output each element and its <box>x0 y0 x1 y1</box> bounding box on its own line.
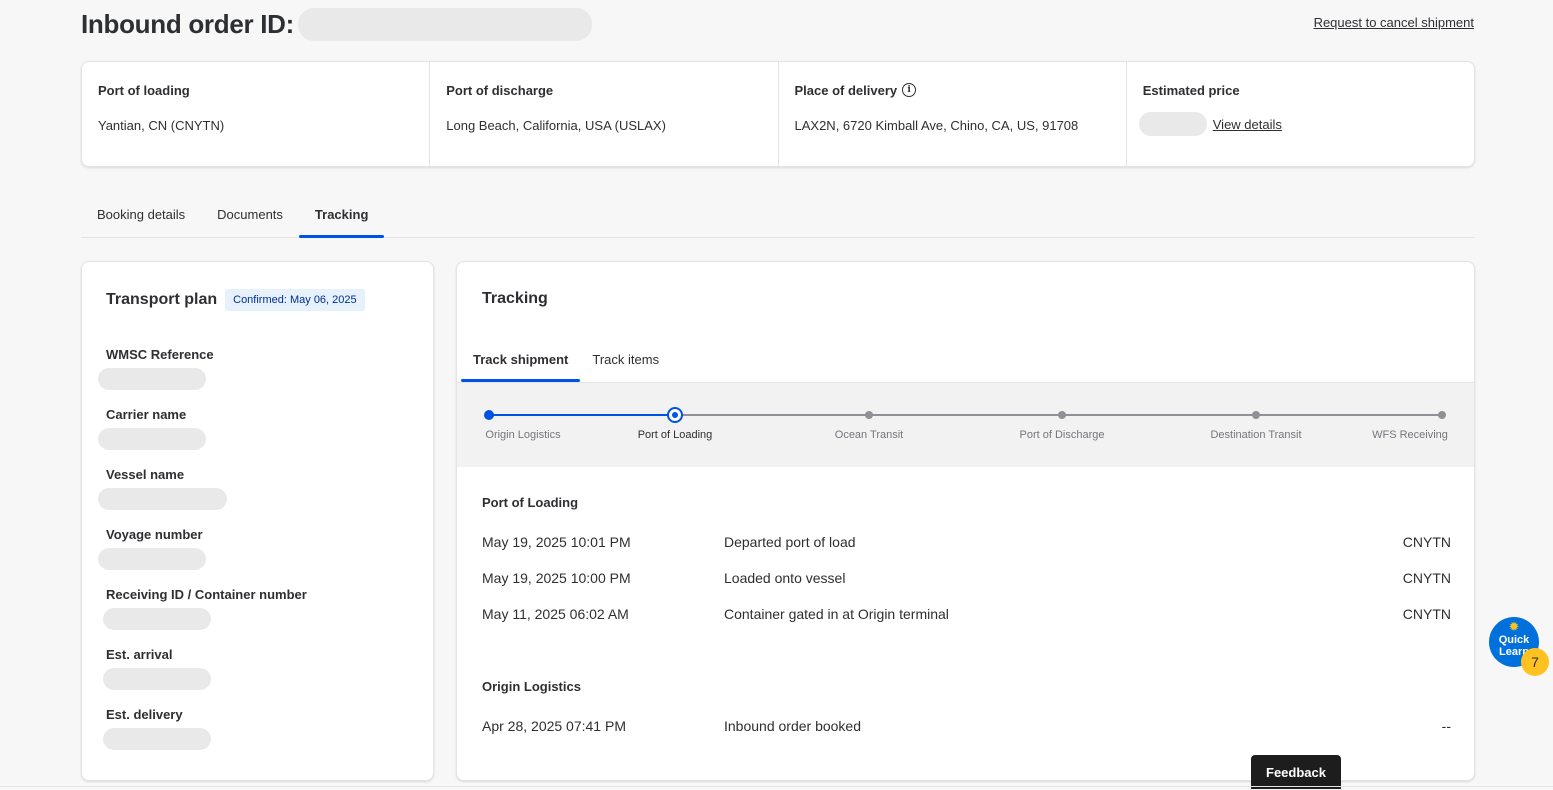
step-dot-port-of-loading[interactable] <box>667 407 683 423</box>
event-row: May 19, 2025 10:00 PM Loaded onto vessel… <box>482 570 1451 590</box>
estimated-price-row: View details <box>1138 112 1458 136</box>
port-of-discharge-value: Long Beach, California, USA (USLAX) <box>446 118 666 133</box>
step-dot-wfs-receiving[interactable] <box>1438 411 1446 419</box>
wmsc-reference-placeholder <box>98 368 206 390</box>
step-label-destination-transit: Destination Transit <box>1210 429 1302 441</box>
field-est-delivery: Est. delivery <box>103 707 211 755</box>
section-title-origin-logistics: Origin Logistics <box>482 679 581 694</box>
transport-plan-card: Transport plan Confirmed: May 06, 2025 W… <box>81 261 434 781</box>
place-of-delivery-cell: Place of delivery i LAX2N, 6720 Kimball … <box>779 62 1127 166</box>
port-of-loading-value: Yantian, CN (CNYTN) <box>98 118 225 133</box>
carrier-name-placeholder <box>98 428 206 450</box>
event-description: Departed port of load <box>724 534 856 550</box>
place-of-delivery-heading: Place of delivery i <box>795 82 1110 98</box>
cancel-shipment-link[interactable]: Request to cancel shipment <box>1314 15 1474 30</box>
page-title: Inbound order ID: <box>81 8 294 39</box>
transport-plan-header: Transport plan Confirmed: May 06, 2025 <box>106 289 365 311</box>
step-label-port-of-loading: Port of Loading <box>637 429 713 441</box>
event-date: Apr 28, 2025 07:41 PM <box>482 718 626 734</box>
vessel-name-placeholder <box>98 488 227 510</box>
step-dot-port-of-discharge[interactable] <box>1058 411 1066 419</box>
est-arrival-label: Est. arrival <box>106 647 173 662</box>
wmsc-reference-label: WMSC Reference <box>106 347 214 362</box>
port-of-discharge-label: Port of discharge <box>446 82 554 98</box>
step-dot-origin-logistics[interactable] <box>484 410 494 420</box>
section-title-port-of-loading: Port of Loading <box>482 495 579 510</box>
shipment-summary-card: Port of loading Yantian, CN (CNYTN) Port… <box>81 61 1475 167</box>
quick-learn-count-badge: 7 <box>1521 648 1549 676</box>
event-location: -- <box>1441 718 1451 734</box>
receiving-id-label: Receiving ID / Container number <box>106 587 307 602</box>
step-label-origin-logistics: Origin Logistics <box>485 429 561 441</box>
est-arrival-placeholder <box>103 668 211 690</box>
vessel-name-label: Vessel name <box>106 467 185 482</box>
event-location: CNYTN <box>1402 570 1451 586</box>
port-of-discharge-cell: Port of discharge Long Beach, California… <box>430 62 779 166</box>
field-receiving-id: Receiving ID / Container number <box>103 587 307 635</box>
info-icon[interactable]: i <box>902 83 917 97</box>
est-delivery-placeholder <box>103 728 211 750</box>
field-est-arrival: Est. arrival <box>103 647 211 695</box>
step-dot-destination-transit[interactable] <box>1252 411 1260 419</box>
page-header: Inbound order ID: Request to cancel ship… <box>81 6 1474 42</box>
event-description: Loaded onto vessel <box>724 570 846 586</box>
field-voyage-number: Voyage number <box>98 527 206 575</box>
place-of-delivery-label: Place of delivery <box>794 82 898 98</box>
progress-line-complete <box>489 414 675 416</box>
port-of-loading-label: Port of loading <box>98 82 190 98</box>
tab-booking-details[interactable]: Booking details <box>81 196 201 237</box>
event-description: Inbound order booked <box>724 718 861 734</box>
order-id-placeholder <box>297 7 592 41</box>
receiving-id-placeholder <box>103 608 211 630</box>
estimated-price-label: Estimated price <box>1142 82 1240 98</box>
event-date: May 19, 2025 10:01 PM <box>482 534 631 550</box>
transport-plan-title: Transport plan <box>106 291 218 308</box>
event-row: May 19, 2025 10:01 PM Departed port of l… <box>482 534 1451 554</box>
event-row: Apr 28, 2025 07:41 PM Inbound order book… <box>482 718 1451 738</box>
tracking-tabs: Track shipment Track items <box>461 342 671 382</box>
field-vessel-name: Vessel name <box>98 467 227 515</box>
estimated-price-cell: Estimated price View details <box>1127 62 1474 166</box>
feedback-button[interactable]: Feedback <box>1251 755 1341 789</box>
step-label-ocean-transit: Ocean Transit <box>834 429 904 441</box>
step-label-wfs-receiving: WFS Receiving <box>1372 429 1448 441</box>
confirmed-badge: Confirmed: May 06, 2025 <box>225 289 365 311</box>
event-date: May 19, 2025 10:00 PM <box>482 570 631 586</box>
price-placeholder <box>1138 112 1207 136</box>
est-delivery-label: Est. delivery <box>106 707 183 722</box>
main-tabs: Booking details Documents Tracking <box>81 196 1475 238</box>
tab-track-items[interactable]: Track items <box>580 342 671 382</box>
event-description: Container gated in at Origin terminal <box>724 606 949 622</box>
tracking-card: Tracking Track shipment Track items Orig… <box>456 261 1475 781</box>
carrier-name-label: Carrier name <box>106 407 187 422</box>
shipment-progress: Origin Logistics Port of Loading Ocean T… <box>457 382 1474 467</box>
place-of-delivery-value: LAX2N, 6720 Kimball Ave, Chino, CA, US, … <box>794 118 1079 133</box>
tab-track-shipment[interactable]: Track shipment <box>461 342 581 382</box>
voyage-number-placeholder <box>98 548 206 570</box>
view-details-link[interactable]: View details <box>1213 117 1282 132</box>
page-bottom-divider <box>0 786 1553 787</box>
spark-icon: ✹ <box>1508 619 1520 634</box>
tab-tracking[interactable]: Tracking <box>298 196 385 238</box>
tracking-title: Tracking <box>482 290 548 307</box>
step-dot-ocean-transit[interactable] <box>865 411 873 419</box>
field-wmsc-reference: WMSC Reference <box>98 347 214 395</box>
event-location: CNYTN <box>1402 606 1451 622</box>
event-location: CNYTN <box>1402 534 1451 550</box>
port-of-loading-cell: Port of loading Yantian, CN (CNYTN) <box>82 62 431 166</box>
step-label-port-of-discharge: Port of Discharge <box>1019 429 1105 441</box>
field-carrier-name: Carrier name <box>98 407 206 455</box>
voyage-number-label: Voyage number <box>106 527 203 542</box>
quick-learn-line1: Quick <box>1498 634 1530 646</box>
tab-documents[interactable]: Documents <box>201 196 299 237</box>
event-date: May 11, 2025 06:02 AM <box>482 606 629 622</box>
event-row: May 11, 2025 06:02 AM Container gated in… <box>482 606 1451 626</box>
